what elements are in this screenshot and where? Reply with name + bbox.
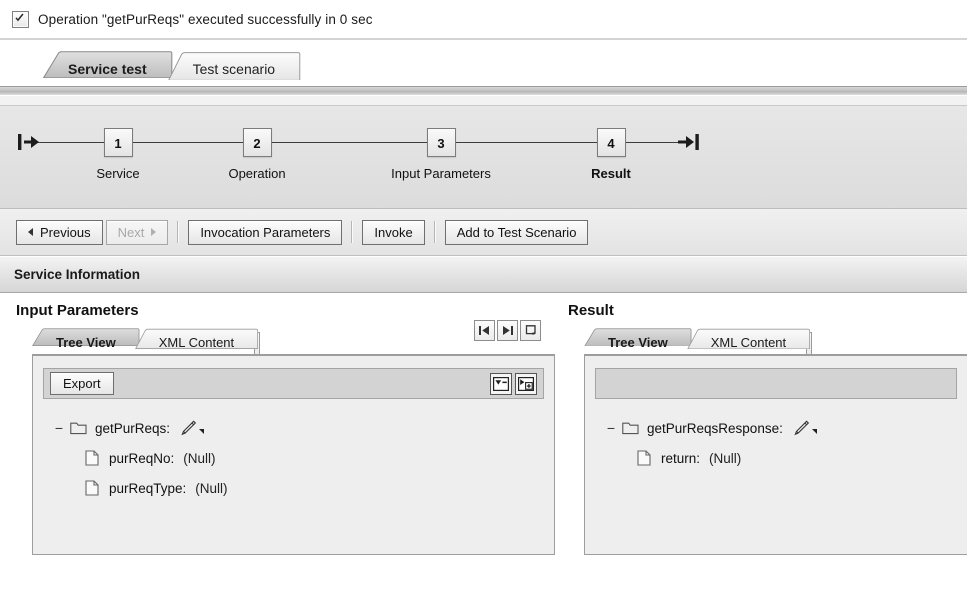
tree-node-value: (Null) — [195, 480, 228, 496]
wizard-toolbar: Previous Next Invocation Parameters Invo… — [0, 209, 967, 256]
refresh-loop-icon[interactable] — [520, 320, 541, 341]
tree-row[interactable]: − getPurReqsResponse: — [603, 413, 967, 443]
file-icon — [633, 450, 655, 466]
result-tabs: Tree View XML Content — [584, 326, 813, 356]
folder-icon — [619, 422, 641, 435]
triangle-left-icon — [28, 228, 33, 236]
wizard-step-2[interactable]: 2 Operation — [197, 128, 317, 181]
wizard-steps: 1 Service 2 Operation 3 Input Parameters… — [0, 105, 967, 209]
wizard-step-label: Input Parameters — [391, 166, 491, 181]
collapse-toggle-icon[interactable]: − — [51, 420, 67, 436]
tree-row[interactable]: purReqNo: (Null) — [51, 443, 554, 473]
add-to-test-scenario-label: Add to Test Scenario — [456, 224, 577, 240]
next-button[interactable]: Next — [105, 219, 169, 245]
status-message: Operation "getPurReqs" executed successf… — [38, 11, 373, 27]
next-button-label: Next — [117, 224, 145, 240]
tab-service-test[interactable]: Service test — [42, 51, 173, 87]
expand-all-icon[interactable] — [515, 372, 537, 395]
tab-label: XML Content — [710, 334, 787, 350]
tree-node-label: getPurReqs: — [95, 420, 171, 436]
tab-result-tree-view[interactable]: Tree View — [584, 328, 692, 356]
wizard-step-number: 2 — [242, 128, 272, 157]
export-button[interactable]: Export — [50, 372, 114, 395]
invocation-parameters-button[interactable]: Invocation Parameters — [188, 219, 343, 245]
edit-pencil-icon[interactable] — [179, 420, 205, 436]
input-parameters-title: Input Parameters — [16, 302, 139, 319]
main-content: Input Parameters Result Tree View XML Co… — [0, 293, 967, 555]
collapse-all-icon[interactable] — [490, 372, 512, 395]
invoke-label: Invoke — [374, 224, 413, 240]
input-parameters-panel: Export − getPurReqs: purReqNo: (Null) pu… — [32, 354, 555, 555]
checkbox-checked-icon — [12, 10, 29, 28]
tree-node-value: (Null) — [183, 450, 216, 466]
triangle-right-icon — [151, 228, 157, 236]
result-panel-toolbar — [595, 368, 957, 399]
tree-row[interactable]: return: (Null) — [603, 443, 967, 473]
service-information-label: Service Information — [14, 267, 141, 282]
input-panel-toolbar: Export — [43, 368, 544, 399]
tree-row[interactable]: purReqType: (Null) — [51, 473, 554, 503]
toolbar-separator — [351, 221, 354, 243]
panel-nav-buttons — [474, 320, 541, 341]
tab-label: Test scenario — [192, 61, 276, 77]
tab-label: Tree View — [608, 334, 668, 350]
input-parameters-tabs: Tree View XML Content — [32, 326, 261, 356]
tab-input-xml-content[interactable]: XML Content — [135, 328, 258, 356]
wizard-step-label: Operation — [228, 166, 286, 181]
previous-button[interactable]: Previous — [16, 219, 103, 245]
tab-result-xml-content[interactable]: XML Content — [687, 328, 810, 356]
result-tree: − getPurReqsResponse: return: (Null) — [585, 399, 967, 473]
tab-label: XML Content — [158, 334, 235, 350]
toolbar-separator — [177, 221, 180, 243]
wizard-step-label: Service — [96, 166, 140, 181]
result-title: Result — [568, 302, 614, 319]
tree-node-label: return: — [661, 450, 701, 466]
file-icon — [81, 450, 103, 466]
tab-test-scenario[interactable]: Test scenario — [167, 51, 301, 87]
status-bar: Operation "getPurReqs" executed successf… — [0, 0, 967, 38]
tabstrip-gap — [0, 96, 967, 105]
wizard-step-number: 4 — [596, 128, 626, 157]
toolbar-separator — [433, 221, 436, 243]
tree-node-label: getPurReqsResponse: — [647, 420, 783, 436]
wizard-step-number: 1 — [103, 128, 133, 157]
file-icon — [81, 480, 103, 496]
flow-end-icon — [678, 133, 700, 154]
previous-button-label: Previous — [40, 224, 91, 240]
dropdown-caret-icon[interactable] — [199, 429, 205, 434]
skip-to-end-icon[interactable] — [497, 320, 518, 341]
tabstrip-rail — [0, 86, 967, 96]
tree-node-value: (Null) — [709, 450, 742, 466]
export-label: Export — [63, 376, 101, 391]
invoke-button[interactable]: Invoke — [362, 219, 425, 245]
wizard-step-4[interactable]: 4 Result — [551, 128, 671, 181]
service-information-header[interactable]: Service Information — [0, 256, 967, 293]
folder-icon — [67, 422, 89, 435]
skip-to-start-icon[interactable] — [474, 320, 495, 341]
tree-node-label: purReqType: — [109, 480, 187, 496]
main-tabstrip: Service test Test scenario — [0, 40, 967, 105]
wizard-step-1[interactable]: 1 Service — [58, 128, 178, 181]
input-parameters-tree: − getPurReqs: purReqNo: (Null) purReqTyp… — [33, 399, 554, 503]
result-panel: − getPurReqsResponse: return: (Null) — [584, 354, 967, 555]
dropdown-caret-icon[interactable] — [811, 429, 817, 434]
edit-pencil-icon[interactable] — [792, 420, 817, 436]
invocation-parameters-label: Invocation Parameters — [200, 224, 331, 240]
flow-start-icon — [18, 133, 40, 154]
wizard-step-number: 3 — [426, 128, 456, 157]
wizard-step-label: Result — [591, 166, 631, 181]
wizard-step-3[interactable]: 3 Input Parameters — [381, 128, 501, 181]
tree-node-label: purReqNo: — [109, 450, 175, 466]
tree-row[interactable]: − getPurReqs: — [51, 413, 554, 443]
tab-label: Tree View — [56, 334, 116, 350]
tab-input-tree-view[interactable]: Tree View — [32, 328, 140, 356]
add-to-test-scenario-button[interactable]: Add to Test Scenario — [444, 219, 589, 245]
tab-label: Service test — [68, 61, 147, 77]
collapse-toggle-icon[interactable]: − — [603, 420, 619, 436]
